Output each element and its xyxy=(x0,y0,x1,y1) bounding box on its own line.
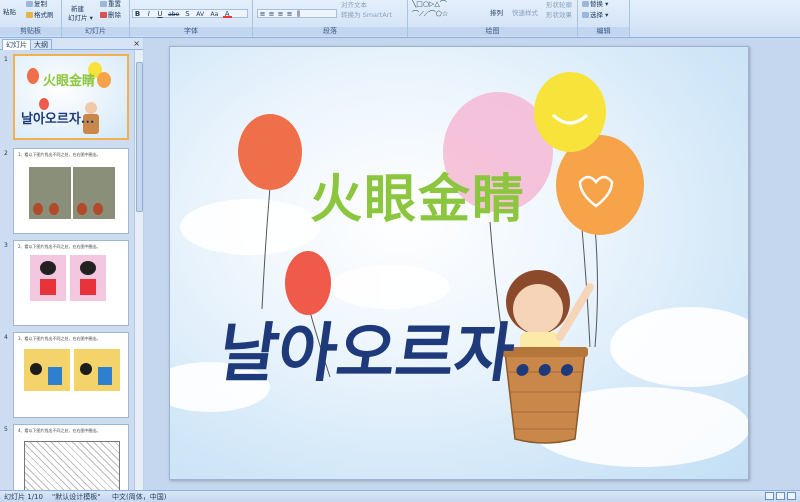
slide-thumbnail-3[interactable]: 2、看以下图片找出不同之处，在右图中圈出。 xyxy=(13,240,129,326)
change-case-button[interactable]: Aa xyxy=(208,11,220,18)
jars-photo-right xyxy=(73,167,115,219)
drawing-group: ╲□○▷△⌒ ⌒⟋⟋⌒⬠☆ 排列 快速样式 形状轮廓 形状效果 绘图 xyxy=(408,0,578,37)
shape-outline-button[interactable]: 形状轮廓 xyxy=(546,0,572,9)
thumb1-korean: 날아오르자... xyxy=(21,112,95,127)
align-center-icon[interactable]: ≡ xyxy=(267,11,276,18)
slides-group-label: 幻灯片 xyxy=(62,27,129,36)
underline-button[interactable]: U xyxy=(155,11,164,18)
reset-icon xyxy=(100,1,107,7)
align-right-icon[interactable]: ≡ xyxy=(276,11,285,18)
slide-thumbnail-2[interactable]: 1、看以下图片找出不同之处，在右图中圈出。 xyxy=(13,148,129,234)
tab-slides[interactable]: 幻灯片 xyxy=(2,39,31,50)
mickey-scene-right xyxy=(74,349,120,391)
editing-group-label: 编辑 xyxy=(578,27,629,36)
thumb1-art xyxy=(27,62,111,134)
format-painter-button[interactable]: 格式刷 xyxy=(26,9,54,19)
status-bar: 幻灯片 1/10 "默认设计模板" 中文(简体，中国) xyxy=(0,490,800,502)
brush-icon xyxy=(26,12,33,18)
pane-scrollbar[interactable] xyxy=(134,50,143,490)
yellow-balloon-icon xyxy=(534,72,606,152)
slides-pane: 幻灯片 大纲 × 1 火眼金睛 날아오르자... 2 1、看以下图片找出不同之处… xyxy=(0,38,143,490)
slide-number: 4 xyxy=(4,334,8,341)
font-format-toolbar: B I U abe S AV Aa A xyxy=(132,9,248,18)
slide-thumbnail-1[interactable]: 火眼金睛 날아오르자... xyxy=(13,54,129,140)
font-group-label: 字体 xyxy=(130,27,252,36)
slide-number: 2 xyxy=(4,150,8,157)
slide-thumbnail-4[interactable]: 3、看以下图片找出不同之处，在右图中圈出。 xyxy=(13,332,129,418)
clipboard-group: 粘贴 复制 格式刷 剪贴板 xyxy=(0,0,62,37)
cartoon-girl-right xyxy=(70,255,106,301)
delete-icon xyxy=(100,12,107,18)
columns-icon[interactable]: ⫼ xyxy=(294,11,303,18)
select-button[interactable]: 选择 ▾ xyxy=(582,9,608,19)
thumb-caption: 2、看以下图片找出不同之处，在右图中圈出。 xyxy=(18,244,101,249)
paste-button[interactable]: 粘贴 xyxy=(3,6,16,16)
thumb-caption: 3、看以下图片找出不同之处，在右图中圈出。 xyxy=(18,336,101,341)
current-slide[interactable]: 火眼金睛 날아오르자... xyxy=(169,46,749,480)
theme-name: "默认设计模板" xyxy=(52,493,101,501)
slide-thumbnail-5[interactable]: 4、看以下图片找出不同之处，在右图中圈出。 xyxy=(13,424,129,490)
shapes-gallery-row2[interactable]: ⌒⟋⟋⌒⬠☆ xyxy=(412,9,448,19)
justify-icon[interactable]: ≡ xyxy=(285,11,294,18)
italic-button[interactable]: I xyxy=(144,11,153,18)
close-icon[interactable]: × xyxy=(133,39,140,48)
bold-button[interactable]: B xyxy=(133,11,142,18)
tab-outline[interactable]: 大纲 xyxy=(30,39,52,50)
scrollbar-thumb[interactable] xyxy=(136,62,143,212)
copy-icon xyxy=(26,1,33,7)
shadow-button[interactable]: S xyxy=(183,11,192,18)
slide-title[interactable]: 火眼金睛 xyxy=(310,157,526,232)
font-group: B I U abe S AV Aa A 字体 xyxy=(130,0,253,37)
delete-slide-button[interactable]: 删除 xyxy=(100,9,121,19)
jars-photo-left xyxy=(29,167,71,219)
slide-number: 5 xyxy=(4,426,8,433)
slide-number: 3 xyxy=(4,242,8,249)
copy-button[interactable]: 复制 xyxy=(26,0,47,8)
line-drawing xyxy=(24,441,120,490)
slide-illustration xyxy=(170,72,748,467)
paragraph-group: ≡ ≡ ≡ ≡ ⫼ 对齐文本 转换为 SmartArt 段落 xyxy=(253,0,408,37)
ribbon: 粘贴 复制 格式刷 剪贴板 新建 幻灯片 ▾ 重置 删除 幻灯片 B I U a… xyxy=(0,0,800,38)
editing-group: 替换 ▾ 选择 ▾ 编辑 xyxy=(578,0,630,37)
thumb1-title: 火眼金睛 xyxy=(43,74,96,89)
convert-smartart-button[interactable]: 转换为 SmartArt xyxy=(341,9,392,19)
select-icon xyxy=(582,12,589,18)
strikethrough-button[interactable]: abe xyxy=(167,11,181,18)
paragraph-align-toolbar: ≡ ≡ ≡ ≡ ⫼ xyxy=(257,9,337,18)
arrange-button[interactable]: 排列 xyxy=(490,7,503,17)
clipboard-group-label: 剪贴板 xyxy=(0,27,61,36)
new-slide-dropdown[interactable]: 幻灯片 ▾ xyxy=(68,12,93,22)
replace-icon xyxy=(582,1,589,7)
slide-korean-text[interactable]: 날아오르자... xyxy=(214,302,588,394)
cartoon-girl-left xyxy=(30,255,66,301)
paragraph-group-label: 段落 xyxy=(253,27,407,36)
reset-button[interactable]: 重置 xyxy=(100,0,121,8)
slide-sorter-icon[interactable] xyxy=(776,492,785,500)
slide-position: 幻灯片 1/10 xyxy=(4,493,43,501)
pane-tabs: 幻灯片 大纲 × xyxy=(0,38,143,50)
slide-thumbnails: 1 火眼金睛 날아오르자... 2 1、看以下图片找出不同之处，在右图中圈出。 xyxy=(0,50,134,490)
drawing-group-label: 绘图 xyxy=(408,27,577,36)
thumb-caption: 4、看以下图片找出不同之处，在右图中圈出。 xyxy=(18,428,101,433)
quick-styles-button[interactable]: 快速样式 xyxy=(512,7,538,17)
text-direction-button[interactable]: 对齐文本 xyxy=(341,0,367,9)
slideshow-icon[interactable] xyxy=(787,492,796,500)
normal-view-icon[interactable] xyxy=(765,492,774,500)
view-switcher xyxy=(763,492,796,502)
shapes-gallery[interactable]: ╲□○▷△⌒ xyxy=(412,0,447,9)
slides-group: 新建 幻灯片 ▾ 重置 删除 幻灯片 xyxy=(62,0,130,37)
align-left-icon[interactable]: ≡ xyxy=(258,11,267,18)
slide-number: 1 xyxy=(4,56,8,63)
replace-button[interactable]: 替换 ▾ xyxy=(582,0,608,8)
slide-workarea: 火眼金睛 날아오르자... xyxy=(144,38,800,490)
balloon-icon xyxy=(27,68,39,84)
font-color-button[interactable]: A xyxy=(222,11,232,18)
mickey-scene-left xyxy=(24,349,70,391)
balloon-icon xyxy=(97,72,111,88)
char-spacing-button[interactable]: AV xyxy=(194,11,206,18)
thumb-caption: 1、看以下图片找出不同之处，在右图中圈出。 xyxy=(18,152,101,157)
shape-effects-button[interactable]: 形状效果 xyxy=(546,9,572,19)
red-balloon-icon xyxy=(238,114,302,190)
language-indicator: 中文(简体，中国) xyxy=(112,493,167,501)
